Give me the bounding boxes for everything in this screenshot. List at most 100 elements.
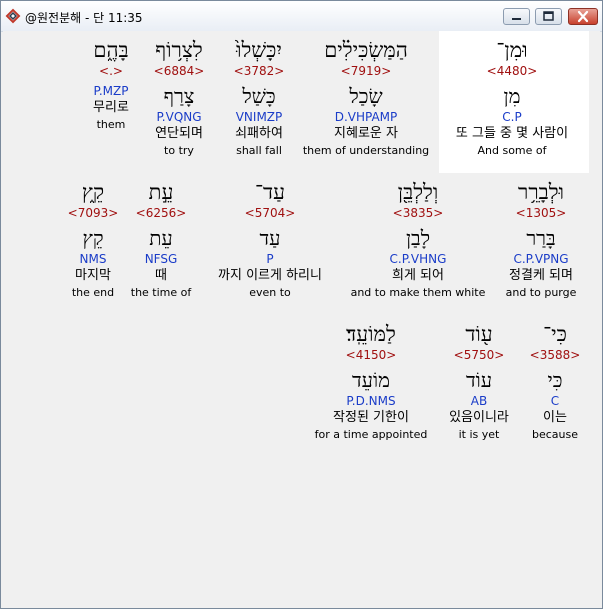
hebrew-word: בָּהֶ֑ם <box>93 38 129 62</box>
strong-number[interactable]: <3835> <box>343 205 493 221</box>
close-button[interactable] <box>568 8 598 25</box>
strong-number[interactable]: <6256> <box>129 205 193 221</box>
strong-number[interactable]: <3588> <box>521 347 589 363</box>
parsing-code: C.P.VPNG <box>513 252 569 266</box>
hebrew-word: וּלְבָרֵ֥ר <box>518 180 564 204</box>
hebrew-root: כָּשַׁל <box>242 84 276 108</box>
hebrew-word: הַמַּשְׂכִּילִ֗ים <box>324 38 408 62</box>
hebrew-word: קֵ֑ץ <box>81 180 105 204</box>
word-card[interactable]: וּלְבָרֵ֥ר <1305> בָּרַר C.P.VPNG 정결케 되며… <box>493 179 589 301</box>
parsing-code: P.VQNG <box>156 110 202 124</box>
hebrew-word: עַד־ <box>254 180 286 204</box>
strong-number[interactable]: <7093> <box>57 205 129 221</box>
hebrew-word: עֵ֣ת <box>148 180 174 204</box>
word-card[interactable]: וְלַלְבֵּ֖ן <3835> לָבַן C.P.VHNG 희게 되어 … <box>343 179 493 301</box>
word-card[interactable]: ע֖וֹד <5750> עוֹד AB 있음이니라 it is yet <box>437 321 521 443</box>
korean-gloss: 무리로 <box>93 100 129 115</box>
strong-number[interactable]: <5750> <box>437 347 521 363</box>
english-gloss: shall fall <box>236 144 282 157</box>
word-card[interactable]: עֵ֣ת <6256> עֵת NFSG 때 the time of <box>129 179 193 301</box>
english-gloss: the end <box>71 286 115 299</box>
title-bar[interactable]: @원전분해 - 단 11:35 <box>1 1 602 32</box>
english-gloss: them of understanding <box>302 144 430 157</box>
maximize-icon <box>536 9 561 24</box>
minimize-button[interactable] <box>503 8 530 25</box>
korean-gloss: 연단되며 <box>155 126 203 141</box>
korean-gloss: 작정된 기한이 <box>333 410 409 425</box>
korean-gloss: 희게 되어 <box>392 268 444 283</box>
korean-gloss: 마지막 <box>75 268 111 283</box>
english-gloss: and to purge <box>505 286 577 299</box>
korean-gloss: 이는 <box>543 410 567 425</box>
korean-gloss: 또 그들 중 몇 사람이 <box>455 126 569 141</box>
minimize-icon <box>504 9 529 24</box>
interlinear-panel[interactable]: בָּהֶ֑ם <.> P.MZP 무리로 them לִצְר֥וֹף <68… <box>3 31 600 606</box>
parsing-code: NFSG <box>144 252 178 266</box>
strong-number[interactable]: <5704> <box>203 205 337 221</box>
maximize-button[interactable] <box>535 8 562 25</box>
korean-gloss: 정결케 되며 <box>509 268 573 283</box>
english-gloss: because <box>531 428 578 441</box>
english-gloss: to try <box>164 144 194 157</box>
hebrew-root: עוֹד <box>465 368 493 392</box>
strong-number[interactable]: <7919> <box>297 63 435 79</box>
english-gloss: for a time appointed <box>314 428 428 441</box>
word-card[interactable]: קֵ֑ץ <7093> קֵץ NMS 마지막 the end <box>57 179 129 301</box>
korean-gloss: 까지 이르게 하리니 <box>218 268 322 283</box>
english-gloss: it is yet <box>458 428 500 441</box>
app-logo-icon[interactable] <box>5 8 21 24</box>
strong-number[interactable]: <4150> <box>309 347 433 363</box>
close-icon <box>569 9 597 24</box>
korean-gloss: 때 <box>155 268 167 283</box>
hebrew-root: שָׂכַל <box>349 84 383 108</box>
hebrew-word: כִּי־ <box>543 322 567 346</box>
korean-gloss: 쇠패하여 <box>235 126 283 141</box>
english-gloss: them <box>96 118 126 131</box>
parsing-code: D.VHPAMP <box>334 110 398 124</box>
word-card[interactable]: הַמַּשְׂכִּילִ֗ים <7919> שָׂכַל D.VHPAMP… <box>297 37 435 159</box>
hebrew-word: לִצְר֥וֹף <box>155 38 203 62</box>
korean-gloss: 있음이니라 <box>449 410 509 425</box>
hebrew-word: לַמּוֹעֵֽד׃ <box>346 322 396 346</box>
hebrew-root: עַד <box>259 226 281 250</box>
word-card[interactable]: בָּהֶ֑ם <.> P.MZP 무리로 them <box>71 37 151 133</box>
strong-number[interactable]: <6884> <box>141 63 217 79</box>
english-gloss: and to make them white <box>350 286 486 299</box>
parsing-code: P.D.NMS <box>346 394 396 408</box>
hebrew-root: עֵת <box>149 226 173 250</box>
app-window: @원전분해 - 단 11:35 בָּהֶ֑ם <.> P.MZP 무리로 th… <box>0 0 603 609</box>
hebrew-root: מוֹעֵד <box>352 368 390 392</box>
word-card[interactable]: לַמּוֹעֵֽד׃ <4150> מוֹעֵד P.D.NMS 작정된 기한… <box>309 321 433 443</box>
english-gloss: And some of <box>477 144 547 157</box>
parsing-code: C.P <box>502 110 522 124</box>
parsing-code: P.MZP <box>93 84 129 98</box>
hebrew-root: לָבַן <box>405 226 431 250</box>
word-card[interactable]: לִצְר֥וֹף <6884> צָרַף P.VQNG 연단되며 to tr… <box>141 37 217 159</box>
hebrew-root: קֵץ <box>82 226 104 250</box>
strong-number[interactable]: <4480> <box>439 63 585 79</box>
korean-gloss: 지혜로운 자 <box>334 126 398 141</box>
parsing-code: AB <box>470 394 488 408</box>
strong-number[interactable]: <1305> <box>493 205 589 221</box>
english-gloss: even to <box>249 286 291 299</box>
word-card[interactable]: עַד־ <5704> עַד P 까지 이르게 하리니 even to <box>203 179 337 301</box>
hebrew-word: ע֖וֹד <box>465 322 493 346</box>
english-gloss: the time of <box>130 286 192 299</box>
hebrew-root: מִן <box>503 84 521 108</box>
hebrew-root: כִּי <box>547 368 563 392</box>
hebrew-word: יִכָּשְׁלוּ֙ <box>236 38 282 62</box>
word-card[interactable]: יִכָּשְׁלוּ֙ <3782> כָּשַׁל VNIMZP 쇠패하여 … <box>217 37 301 159</box>
hebrew-root: צָרַף <box>163 84 195 108</box>
word-card[interactable]: כִּי־ <3588> כִּי C 이는 because <box>521 321 589 443</box>
word-card-selected[interactable]: וּמִן־ <4480> מִן C.P 또 그들 중 몇 사람이 And s… <box>439 37 585 159</box>
window-title: @원전분해 - 단 11:35 <box>25 11 143 25</box>
hebrew-root: בָּרַר <box>526 226 556 250</box>
hebrew-word: וּמִן־ <box>496 38 528 62</box>
strong-number[interactable]: <3782> <box>217 63 301 79</box>
parsing-code: VNIMZP <box>235 110 283 124</box>
parsing-code: P <box>266 252 274 266</box>
strong-number[interactable]: <.> <box>71 63 151 79</box>
parsing-code: C <box>550 394 560 408</box>
hebrew-word: וְלַלְבֵּ֖ן <box>397 180 439 204</box>
parsing-code: C.P.VHNG <box>389 252 447 266</box>
